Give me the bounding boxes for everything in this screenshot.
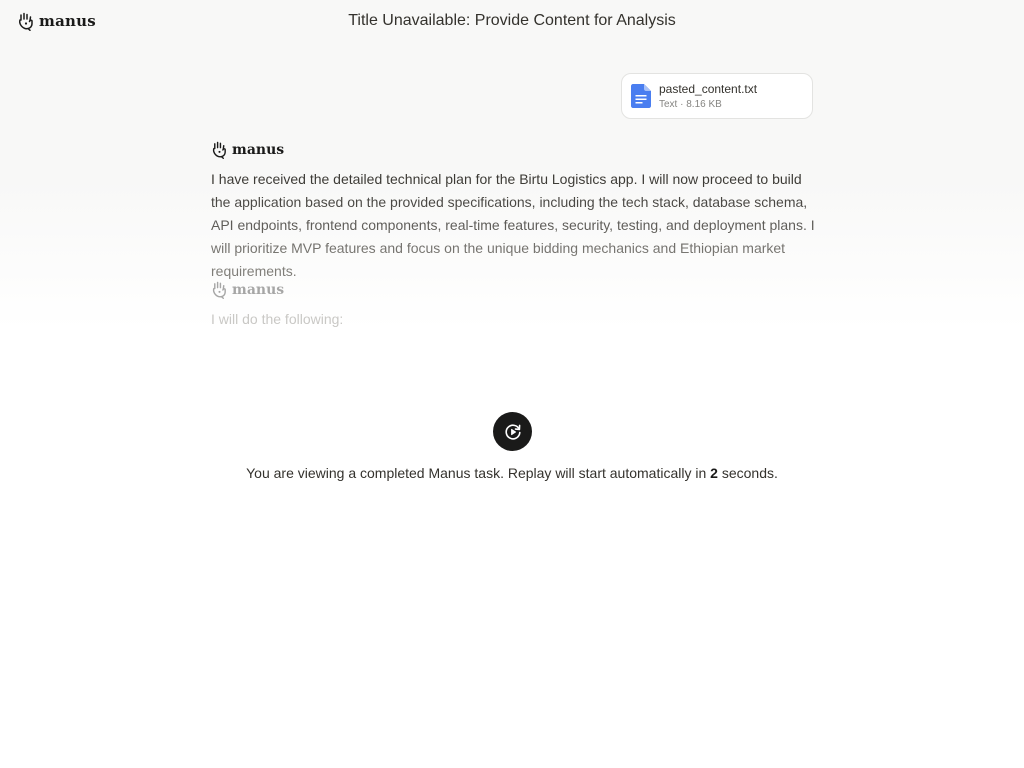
replay-button[interactable] [493,412,532,451]
attachment-file-info: Text · 8.16 KB [659,99,722,110]
attachment-card[interactable]: pasted_content.txt Text · 8.16 KB [621,73,813,119]
top-bar: manus Title Unavailable: Provide Content… [0,0,1024,42]
manus-hand-icon [212,141,226,159]
attachment-meta: pasted_content.txt Text · 8.16 KB [659,82,757,110]
attachment-file-name: pasted_content.txt [659,82,758,96]
message-author: manus [211,280,284,299]
replay-notice-text: You are viewing a completed Manus task. … [246,465,711,481]
replay-notice: You are viewing a completed Manus task. … [0,465,1024,481]
replay-icon [504,423,521,440]
replay-countdown: 2 [710,465,718,481]
replay-notice-suffix: seconds. [717,465,778,481]
page: manus Title Unavailable: Provide Content… [0,0,1024,768]
agent-name: manus [232,281,285,298]
manus-hand-icon [212,281,226,299]
agent-message: I have received the detailed technical p… [211,168,816,283]
message-author: manus [211,140,284,159]
document-icon [631,84,651,108]
page-title: Title Unavailable: Provide Content for A… [348,12,676,29]
agent-name: manus [232,141,285,158]
agent-message: I will do the following: [211,311,344,327]
